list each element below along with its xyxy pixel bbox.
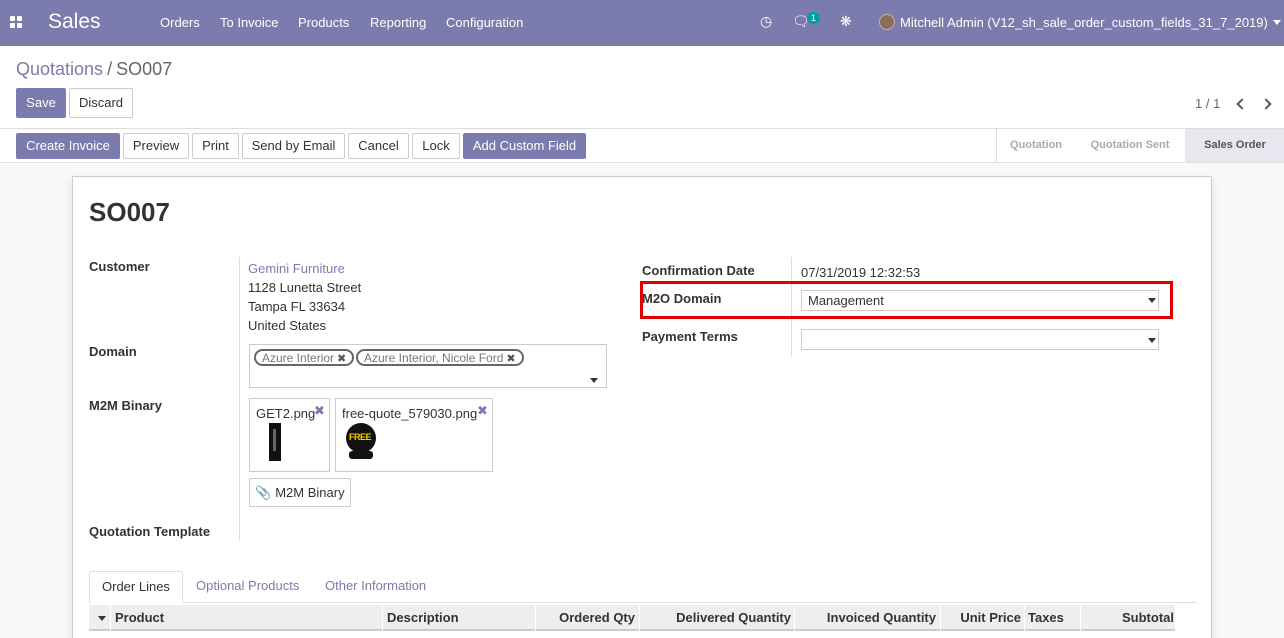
menu-orders[interactable]: Orders [160,15,200,30]
chevron-down-icon[interactable] [590,378,598,383]
payment-terms-label: Payment Terms [642,329,738,344]
confirmation-date-label: Confirmation Date [642,263,755,278]
record-title: SO007 [89,197,170,227]
chat-badge: 1 [807,12,821,24]
domain-tag[interactable]: Azure Interior ✖ [254,349,355,366]
pager-value: 1 / 1 [1195,96,1221,111]
m2m-binary-upload-button[interactable]: 📎 M2M Binary [249,478,351,507]
column-unit-price[interactable]: Unit Price [943,605,1021,631]
tab-other-information[interactable]: Other Information [313,571,438,603]
domain-tag[interactable]: Azure Interior, Nicole Ford ✖ [356,349,524,366]
cancel-button[interactable]: Cancel [348,133,409,159]
send-by-email-button[interactable]: Send by Email [242,133,345,159]
close-icon[interactable]: ✖ [477,403,488,419]
close-icon[interactable]: ✖ [506,353,515,365]
save-button[interactable]: Save [16,88,66,118]
domain-tag-label: Azure Interior [262,351,335,365]
apps-grid-icon[interactable] [10,16,23,29]
chevron-down-icon[interactable] [1273,20,1281,25]
column-divider [239,257,240,541]
avatar[interactable] [879,14,895,30]
tab-optional-products[interactable]: Optional Products [184,571,311,603]
image-thumbnail [269,423,281,461]
confirmation-date-value: 07/31/2019 12:32:53 [801,265,921,280]
menu-configuration[interactable]: Configuration [446,15,523,30]
bug-icon[interactable]: ❋ [840,13,852,30]
column-description[interactable]: Description [387,605,459,631]
chevron-right-icon[interactable] [1260,98,1272,110]
column-taxes[interactable]: Taxes [1028,605,1064,631]
discard-button[interactable]: Discard [69,88,133,118]
breadcrumb-separator: / [107,59,113,79]
breadcrumb: Quotations / SO007 [16,59,172,80]
chevron-left-icon[interactable] [1236,98,1248,110]
sort-caret-icon[interactable] [98,616,106,621]
tab-order-lines[interactable]: Order Lines [89,571,183,603]
user-menu[interactable]: Mitchell Admin (V12_sh_sale_order_custom… [900,15,1268,30]
customer-link[interactable]: Gemini Furniture [248,261,345,276]
stage-quotation[interactable]: Quotation [997,129,1075,162]
notebook-tabs: Order Lines Optional Products Other Info… [89,571,1197,603]
stage-pipeline: Quotation Quotation Sent Sales Order [996,129,1284,162]
domain-tag-label: Azure Interior, Nicole Ford [364,351,504,365]
clock-icon[interactable]: ◷ [760,13,772,30]
attachment-card[interactable]: free-quote_579030.png ✖ FREE [335,398,493,472]
image-thumbnail: FREE [346,423,376,461]
top-navbar: Sales Orders To Invoice Products Reporti… [0,0,1284,46]
app-title: Sales [48,10,101,33]
attachment-card[interactable]: GET2.png ✖ [249,398,330,472]
quotation-template-label: Quotation Template [89,524,211,539]
column-delivered-quantity[interactable]: Delivered Quantity [643,605,791,631]
close-icon[interactable]: ✖ [337,353,346,365]
breadcrumb-current: SO007 [116,59,173,79]
status-bar: Create Invoice Preview Print Send by Ema… [0,129,1284,163]
highlight-box [640,281,1173,319]
create-invoice-button[interactable]: Create Invoice [16,133,120,159]
address-line-3: United States [248,318,327,333]
stage-quotation-sent[interactable]: Quotation Sent [1075,129,1185,162]
add-custom-field-button[interactable]: Add Custom Field [463,133,586,159]
print-button[interactable]: Print [192,133,239,159]
menu-products[interactable]: Products [298,15,349,30]
column-ordered-qty[interactable]: Ordered Qty [539,605,635,631]
form-sheet: SO007 Customer Gemini Furniture 1128 Lun… [72,176,1212,638]
preview-button[interactable]: Preview [123,133,189,159]
order-lines-header: Product Description Ordered Qty Delivere… [89,605,1175,631]
attachment-name: GET2.png [256,406,316,421]
m2m-binary-button-label: M2M Binary [275,485,345,500]
thumbnail-text: FREE [349,432,372,442]
paperclip-icon: 📎 [255,485,272,500]
payment-terms-select[interactable] [801,329,1159,350]
address-line-2: Tampa FL 33634 [248,299,346,314]
breadcrumb-quotations[interactable]: Quotations [16,59,103,79]
customer-label: Customer [89,259,150,274]
column-subtotal[interactable]: Subtotal [1083,605,1174,631]
column-invoiced-quantity[interactable]: Invoiced Quantity [797,605,936,631]
attachment-name: free-quote_579030.png [342,406,478,421]
menu-reporting[interactable]: Reporting [370,15,426,30]
menu-to-invoice[interactable]: To Invoice [220,15,279,30]
domain-label: Domain [89,344,137,359]
column-product[interactable]: Product [115,605,164,631]
address-line-1: 1128 Lunetta Street [248,280,362,295]
chevron-down-icon[interactable] [1148,338,1156,343]
stage-sales-order[interactable]: Sales Order [1185,129,1284,162]
close-icon[interactable]: ✖ [314,403,325,419]
control-panel: Quotations / SO007 Save Discard 1 / 1 [0,46,1284,129]
domain-tags-field[interactable]: Azure Interior ✖ Azure Interior, Nicole F… [249,344,607,388]
lock-button[interactable]: Lock [412,133,460,159]
m2m-binary-label: M2M Binary [89,398,162,413]
